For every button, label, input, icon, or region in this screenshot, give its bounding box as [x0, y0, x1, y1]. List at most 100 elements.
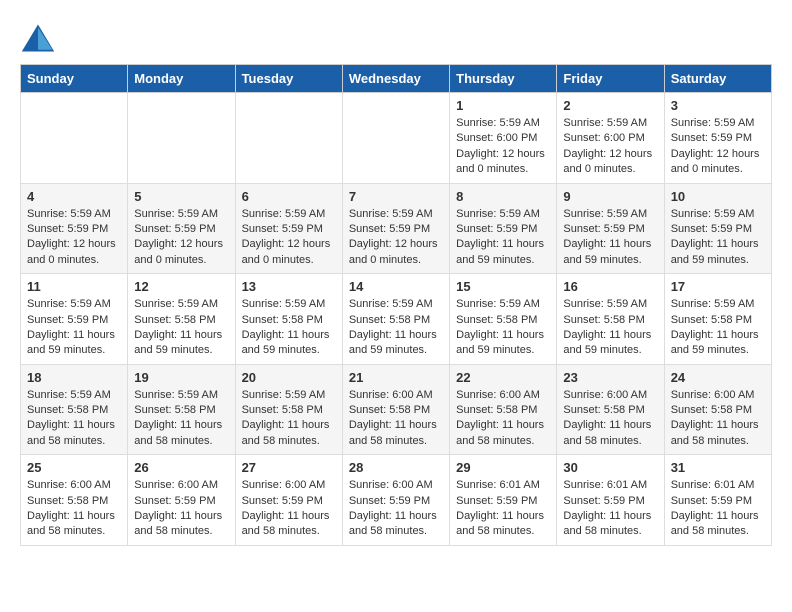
day-cell: 12Sunrise: 5:59 AM Sunset: 5:58 PM Dayli… [128, 274, 235, 365]
day-cell: 30 Sunrise: 6:01 AM Sunset: 5:59 PM Dayli… [557, 455, 664, 546]
day-info: Sunrise: 5:59 AM Sunset: 5:59 PM Dayligh… [27, 297, 121, 359]
week-row: 25Sunrise: 6:00 AM Sunset: 5:58 PM Dayli… [21, 455, 772, 546]
logo [20, 20, 60, 56]
day-info: Sunrise: 5:59 AM Sunset: 5:58 PM Dayligh… [242, 388, 336, 450]
header-day: Sunday [21, 65, 128, 93]
day-number: 27 [242, 460, 336, 475]
day-cell: 15 Sunrise: 5:59 AM Sunset: 5:58 PM Dayli… [450, 274, 557, 365]
day-cell: 10 Sunrise: 5:59 AM Sunset: 5:59 PM Dayli… [664, 183, 771, 274]
day-number: 25 [27, 460, 121, 475]
header [20, 20, 772, 56]
day-info: Sunrise: 6:01 AM Sunset: 5:59 PM Dayligh… [671, 478, 765, 540]
week-row: 1 Sunrise: 5:59 AM Sunset: 6:00 PM Daylig… [21, 93, 772, 184]
day-info: Sunrise: 5:59 AM Sunset: 5:59 PM Dayligh… [456, 207, 550, 269]
day-number: 3 [671, 98, 765, 113]
day-info: Sunrise: 5:59 AM Sunset: 5:58 PM Dayligh… [242, 297, 336, 359]
day-cell: 26 Sunrise: 6:00 AM Sunset: 5:59 PM Dayli… [128, 455, 235, 546]
week-row: 4 Sunrise: 5:59 AM Sunset: 5:59 PM Daylig… [21, 183, 772, 274]
day-cell: 13 Sunrise: 5:59 AM Sunset: 5:58 PM Dayli… [235, 274, 342, 365]
day-number: 21 [349, 370, 443, 385]
day-number: 20 [242, 370, 336, 385]
day-info: Sunrise: 5:59 AM Sunset: 5:59 PM Dayligh… [242, 207, 336, 269]
day-info: Sunrise: 6:00 AM Sunset: 5:59 PM Dayligh… [242, 478, 336, 540]
day-info: Sunrise: 5:59 AM Sunset: 5:58 PM Dayligh… [27, 388, 121, 450]
day-number: 19 [134, 370, 228, 385]
week-row: 11 Sunrise: 5:59 AM Sunset: 5:59 PM Dayli… [21, 274, 772, 365]
day-number: 29 [456, 460, 550, 475]
day-cell: 22Sunrise: 6:00 AM Sunset: 5:58 PM Dayli… [450, 364, 557, 455]
header-day: Wednesday [342, 65, 449, 93]
day-number: 24 [671, 370, 765, 385]
day-info: Sunrise: 5:59 AM Sunset: 5:58 PM Dayligh… [456, 297, 550, 359]
day-info: Sunrise: 5:59 AM Sunset: 6:00 PM Dayligh… [456, 116, 550, 178]
day-cell: 31 Sunrise: 6:01 AM Sunset: 5:59 PM Dayli… [664, 455, 771, 546]
day-cell: 20 Sunrise: 5:59 AM Sunset: 5:58 PM Dayli… [235, 364, 342, 455]
day-cell: 9Sunrise: 5:59 AM Sunset: 5:59 PM Daylig… [557, 183, 664, 274]
day-info: Sunrise: 5:59 AM Sunset: 5:59 PM Dayligh… [27, 207, 121, 269]
day-info: Sunrise: 5:59 AM Sunset: 5:59 PM Dayligh… [671, 207, 765, 269]
day-number: 22 [456, 370, 550, 385]
header-day: Friday [557, 65, 664, 93]
day-cell: 29 Sunrise: 6:01 AM Sunset: 5:59 PM Dayli… [450, 455, 557, 546]
day-info: Sunrise: 6:01 AM Sunset: 5:59 PM Dayligh… [563, 478, 657, 540]
day-cell: 17Sunrise: 5:59 AM Sunset: 5:58 PM Dayli… [664, 274, 771, 365]
day-cell: 28 Sunrise: 6:00 AM Sunset: 5:59 PM Dayli… [342, 455, 449, 546]
day-number: 4 [27, 189, 121, 204]
day-number: 17 [671, 279, 765, 294]
day-number: 26 [134, 460, 228, 475]
day-cell: 8 Sunrise: 5:59 AM Sunset: 5:59 PM Daylig… [450, 183, 557, 274]
day-cell [21, 93, 128, 184]
day-cell: 14Sunrise: 5:59 AM Sunset: 5:58 PM Dayli… [342, 274, 449, 365]
day-cell: 7Sunrise: 5:59 AM Sunset: 5:59 PM Daylig… [342, 183, 449, 274]
day-number: 9 [563, 189, 657, 204]
day-number: 15 [456, 279, 550, 294]
day-number: 11 [27, 279, 121, 294]
day-cell: 6 Sunrise: 5:59 AM Sunset: 5:59 PM Daylig… [235, 183, 342, 274]
day-number: 1 [456, 98, 550, 113]
day-cell [342, 93, 449, 184]
day-cell: 27 Sunrise: 6:00 AM Sunset: 5:59 PM Dayli… [235, 455, 342, 546]
day-info: Sunrise: 6:00 AM Sunset: 5:59 PM Dayligh… [134, 478, 228, 540]
day-info: Sunrise: 6:00 AM Sunset: 5:58 PM Dayligh… [349, 388, 443, 450]
header-day: Monday [128, 65, 235, 93]
day-info: Sunrise: 5:59 AM Sunset: 5:58 PM Dayligh… [563, 297, 657, 359]
day-cell: 1 Sunrise: 5:59 AM Sunset: 6:00 PM Daylig… [450, 93, 557, 184]
day-info: Sunrise: 5:59 AM Sunset: 5:58 PM Dayligh… [134, 388, 228, 450]
day-number: 12 [134, 279, 228, 294]
day-cell: 2Sunrise: 5:59 AM Sunset: 6:00 PM Daylig… [557, 93, 664, 184]
day-info: Sunrise: 5:59 AM Sunset: 5:59 PM Dayligh… [671, 116, 765, 178]
day-cell [235, 93, 342, 184]
day-cell: 5 Sunrise: 5:59 AM Sunset: 5:59 PM Daylig… [128, 183, 235, 274]
day-info: Sunrise: 5:59 AM Sunset: 5:59 PM Dayligh… [349, 207, 443, 269]
day-number: 10 [671, 189, 765, 204]
day-cell: 4 Sunrise: 5:59 AM Sunset: 5:59 PM Daylig… [21, 183, 128, 274]
day-number: 31 [671, 460, 765, 475]
day-number: 2 [563, 98, 657, 113]
day-number: 16 [563, 279, 657, 294]
day-number: 23 [563, 370, 657, 385]
header-day: Tuesday [235, 65, 342, 93]
day-cell: 16 Sunrise: 5:59 AM Sunset: 5:58 PM Dayli… [557, 274, 664, 365]
day-info: Sunrise: 6:00 AM Sunset: 5:58 PM Dayligh… [563, 388, 657, 450]
day-cell: 23 Sunrise: 6:00 AM Sunset: 5:58 PM Dayli… [557, 364, 664, 455]
header-row: SundayMondayTuesdayWednesdayThursdayFrid… [21, 65, 772, 93]
calendar-table: SundayMondayTuesdayWednesdayThursdayFrid… [20, 64, 772, 546]
logo-icon [20, 20, 56, 56]
day-number: 28 [349, 460, 443, 475]
day-number: 18 [27, 370, 121, 385]
day-number: 30 [563, 460, 657, 475]
header-day: Saturday [664, 65, 771, 93]
header-day: Thursday [450, 65, 557, 93]
day-info: Sunrise: 6:00 AM Sunset: 5:59 PM Dayligh… [349, 478, 443, 540]
day-cell: 19 Sunrise: 5:59 AM Sunset: 5:58 PM Dayli… [128, 364, 235, 455]
day-cell [128, 93, 235, 184]
day-info: Sunrise: 5:59 AM Sunset: 5:59 PM Dayligh… [134, 207, 228, 269]
day-info: Sunrise: 6:00 AM Sunset: 5:58 PM Dayligh… [671, 388, 765, 450]
day-number: 13 [242, 279, 336, 294]
day-info: Sunrise: 6:01 AM Sunset: 5:59 PM Dayligh… [456, 478, 550, 540]
day-number: 14 [349, 279, 443, 294]
day-number: 6 [242, 189, 336, 204]
day-number: 8 [456, 189, 550, 204]
day-cell: 24 Sunrise: 6:00 AM Sunset: 5:58 PM Dayli… [664, 364, 771, 455]
day-number: 5 [134, 189, 228, 204]
